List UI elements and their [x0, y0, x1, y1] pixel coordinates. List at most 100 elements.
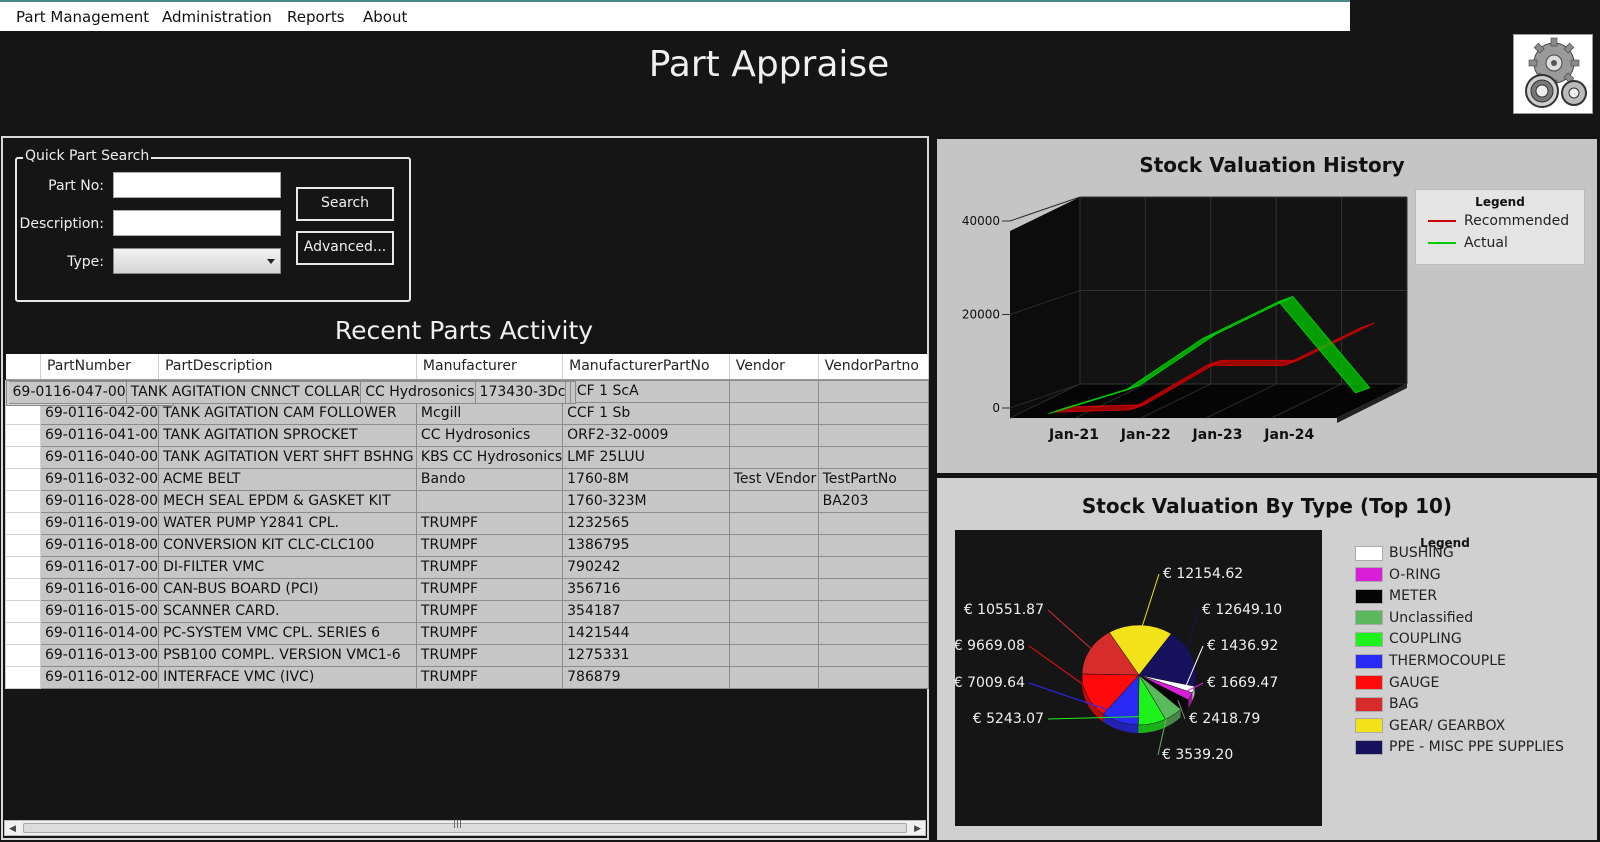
cell-manufacturer[interactable]: TRUMPF	[415, 621, 564, 645]
cell-manufacturer[interactable]: CC Hydrosonics	[360, 380, 476, 404]
scrollbar-thumb[interactable]	[23, 823, 907, 833]
table-row[interactable]: 69-0116-047-00 TANK AGITATION CNNCT COLLA…	[5, 379, 577, 406]
cell-partnumber[interactable]: 69-0116-018-00	[39, 533, 160, 557]
row-header[interactable]	[5, 555, 41, 579]
cell-vendor[interactable]	[728, 511, 819, 535]
table-row[interactable]: 69-0116-041-00 TANK AGITATION SPROCKET CC …	[5, 423, 930, 447]
table-row[interactable]: 69-0116-019-00 WATER PUMP Y2841 CPL. TRUMP…	[5, 511, 930, 535]
cell-partdescription[interactable]: TANK AGITATION CAM FOLLOWER	[158, 401, 417, 425]
cell-partdescription[interactable]: TANK AGITATION CNNCT COLLAR	[125, 380, 362, 404]
cell-partdescription[interactable]: MECH SEAL EPDM & GASKET KIT	[158, 489, 417, 513]
cell-manufacturerpartno[interactable]: 354187	[562, 599, 730, 623]
cell-vendorpartno[interactable]	[570, 380, 577, 404]
table-row[interactable]: 69-0116-013-00 PSB100 COMPL. VERSION VMC1…	[5, 643, 930, 667]
cell-manufacturerpartno[interactable]: 1275331	[562, 643, 730, 667]
cell-manufacturer[interactable]: CC Hydrosonics	[415, 423, 564, 447]
cell-manufacturerpartno[interactable]: CCF 1 Sb	[562, 401, 730, 425]
cell-partdescription[interactable]: DI-FILTER VMC	[158, 555, 417, 579]
cell-manufacturerpartno[interactable]: ORF2-32-0009	[562, 423, 730, 447]
cell-partnumber[interactable]: 69-0116-013-00	[39, 643, 160, 667]
menu-reports[interactable]: Reports	[287, 8, 345, 26]
cell-manufacturerpartno[interactable]: 1421544	[562, 621, 730, 645]
cell-vendor[interactable]	[728, 665, 819, 689]
cell-vendorpartno[interactable]	[817, 533, 930, 557]
search-button[interactable]: Search	[296, 187, 394, 221]
column-header-manufacturerpartno[interactable]: ManufacturerPartNo	[562, 354, 730, 380]
cell-vendor[interactable]	[728, 577, 819, 601]
horizontal-scrollbar[interactable]: ◀ ||| ▶	[4, 819, 926, 836]
cell-vendor[interactable]	[728, 401, 819, 425]
table-row[interactable]: 69-0116-017-00 DI-FILTER VMC TRUMPF 790242	[5, 555, 930, 579]
cell-partdescription[interactable]: CAN-BUS BOARD (PCI)	[158, 577, 417, 601]
row-header[interactable]	[5, 665, 41, 689]
row-header[interactable]	[5, 643, 41, 667]
cell-vendor[interactable]	[728, 555, 819, 579]
cell-manufacturerpartno[interactable]: 1760-323M	[562, 489, 730, 513]
cell-vendorpartno[interactable]	[817, 643, 930, 667]
cell-vendorpartno[interactable]	[817, 621, 930, 645]
cell-partdescription[interactable]: TANK AGITATION VERT SHFT BSHNG	[158, 445, 417, 469]
cell-manufacturerpartno[interactable]: 1760-8M	[562, 467, 730, 491]
cell-partnumber[interactable]: 69-0116-012-00	[39, 665, 160, 689]
cell-partdescription[interactable]: SCANNER CARD.	[158, 599, 417, 623]
table-row[interactable]: 69-0116-016-00 CAN-BUS BOARD (PCI) TRUMPF 3…	[5, 577, 930, 601]
cell-manufacturer[interactable]: TRUMPF	[415, 599, 564, 623]
column-header-vendor[interactable]: Vendor	[729, 354, 819, 380]
cell-manufacturerpartno[interactable]: 786879	[562, 665, 730, 689]
row-header[interactable]	[5, 489, 41, 513]
table-row[interactable]: 69-0116-015-00 SCANNER CARD. TRUMPF 354187	[5, 599, 930, 623]
cell-manufacturer[interactable]: Mcgill	[415, 401, 564, 425]
cell-vendorpartno[interactable]	[817, 665, 930, 689]
cell-partnumber[interactable]: 69-0116-016-00	[39, 577, 160, 601]
cell-manufacturer[interactable]: Bando	[415, 467, 564, 491]
table-row[interactable]: 69-0116-018-00 CONVERSION KIT CLC-CLC100 T…	[5, 533, 930, 557]
cell-vendorpartno[interactable]: TestPartNo	[817, 467, 930, 491]
menu-part-management[interactable]: Part Management	[16, 8, 149, 26]
menu-administration[interactable]: Administration	[162, 8, 272, 26]
cell-partnumber[interactable]: 69-0116-032-00	[39, 467, 160, 491]
cell-vendor[interactable]	[728, 533, 819, 557]
cell-manufacturerpartno[interactable]: LMF 25LUU	[562, 445, 730, 469]
cell-partnumber[interactable]: 69-0116-015-00	[39, 599, 160, 623]
cell-partdescription[interactable]: TANK AGITATION SPROCKET	[158, 423, 417, 447]
cell-partdescription[interactable]: ACME BELT	[158, 467, 417, 491]
column-header-partnumber[interactable]: PartNumber	[40, 354, 160, 380]
column-header-partdescription[interactable]: PartDescription	[158, 354, 417, 380]
cell-vendor[interactable]: Test VEndor	[728, 467, 819, 491]
table-row[interactable]: 69-0116-014-00 PC-SYSTEM VMC CPL. SERIES …	[5, 621, 930, 645]
cell-partdescription[interactable]: WATER PUMP Y2841 CPL.	[158, 511, 417, 535]
cell-manufacturerpartno[interactable]: 790242	[562, 555, 730, 579]
cell-vendor[interactable]	[728, 489, 819, 513]
cell-partnumber[interactable]: 69-0116-040-00	[39, 445, 160, 469]
cell-vendor[interactable]	[728, 379, 819, 403]
cell-manufacturer[interactable]	[415, 489, 564, 513]
cell-partnumber[interactable]: 69-0116-028-00	[39, 489, 160, 513]
cell-vendorpartno[interactable]	[817, 511, 930, 535]
row-header[interactable]	[5, 533, 41, 557]
row-header[interactable]	[5, 511, 41, 535]
cell-vendorpartno[interactable]	[817, 555, 930, 579]
cell-vendorpartno[interactable]	[817, 599, 930, 623]
cell-vendorpartno[interactable]	[817, 445, 930, 469]
cell-partdescription[interactable]: PC-SYSTEM VMC CPL. SERIES 6	[158, 621, 417, 645]
menu-about[interactable]: About	[363, 8, 407, 26]
cell-manufacturerpartno[interactable]: 1232565	[562, 511, 730, 535]
cell-manufacturerpartno[interactable]: CCF 1 ScA	[562, 379, 730, 403]
cell-vendor[interactable]	[728, 445, 819, 469]
cell-manufacturerpartno[interactable]: 356716	[562, 577, 730, 601]
row-header[interactable]	[5, 467, 41, 491]
table-row[interactable]: 69-0116-028-00 MECH SEAL EPDM & GASKET KI…	[5, 489, 930, 513]
row-header[interactable]	[5, 577, 41, 601]
cell-manufacturerpartno[interactable]: 1386795	[562, 533, 730, 557]
cell-vendorpartno[interactable]	[817, 423, 930, 447]
cell-partnumber[interactable]: 69-0116-019-00	[39, 511, 160, 535]
cell-partnumber[interactable]: 69-0116-017-00	[39, 555, 160, 579]
column-header-manufacturer[interactable]: Manufacturer	[416, 354, 564, 380]
description-input[interactable]	[113, 210, 281, 236]
table-row[interactable]: 69-0116-012-00 INTERFACE VMC (IVC) TRUMPF 7…	[5, 665, 930, 689]
cell-partdescription[interactable]: INTERFACE VMC (IVC)	[158, 665, 417, 689]
scroll-right-arrow-icon[interactable]: ▶	[914, 824, 921, 834]
row-header[interactable]	[5, 423, 41, 447]
cell-manufacturer[interactable]: KBS CC Hydrosonics	[415, 445, 564, 469]
cell-partnumber[interactable]: 69-0116-041-00	[39, 423, 160, 447]
